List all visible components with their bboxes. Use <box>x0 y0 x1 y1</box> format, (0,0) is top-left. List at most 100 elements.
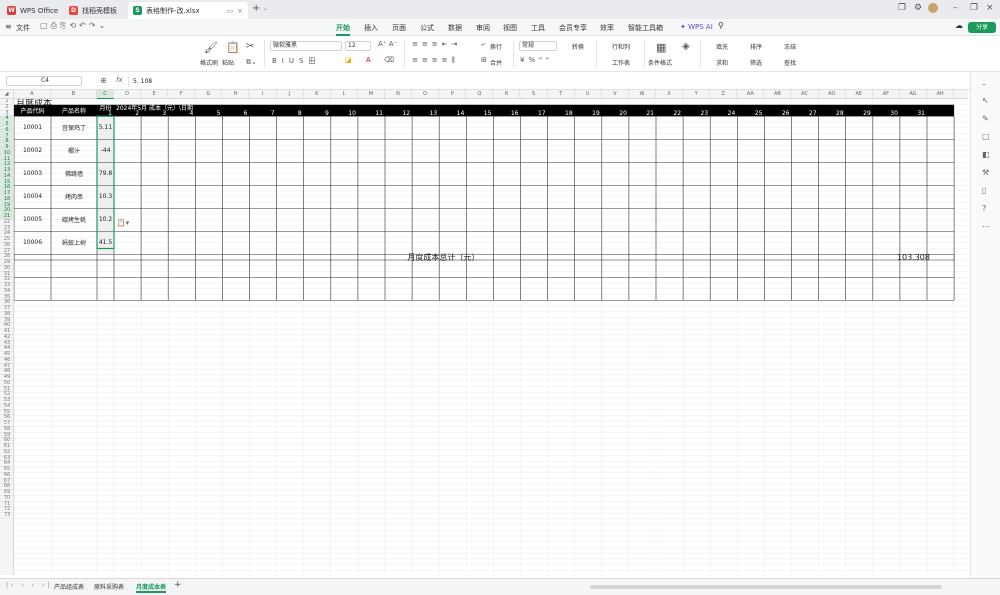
cloud-icon[interactable]: ☁ <box>955 21 963 30</box>
menu-home[interactable]: 开始 <box>336 23 350 36</box>
product-name-cell[interactable]: 椰汁 <box>51 139 97 162</box>
header-day-3[interactable]: 3 <box>141 110 168 117</box>
help-icon[interactable]: ? <box>982 204 986 213</box>
avatar[interactable] <box>928 3 938 13</box>
header-day-10[interactable]: 10 <box>331 110 358 117</box>
header-day-25[interactable]: 25 <box>737 110 764 117</box>
column-header-AB[interactable]: AB <box>764 90 792 99</box>
shape-icon[interactable]: ▢ <box>982 132 990 141</box>
wps-ai-button[interactable]: ✦ WPS AI <box>680 23 713 31</box>
product-cost-cell[interactable]: 41.5 <box>97 231 114 254</box>
filter-button[interactable]: 筛选 <box>750 58 762 67</box>
column-header-F[interactable]: F <box>168 90 196 99</box>
book-icon[interactable]: ▯ <box>982 186 986 195</box>
product-code-cell[interactable]: 10005 <box>14 208 51 231</box>
product-cost-cell[interactable]: 5.11 <box>97 116 114 139</box>
column-header-AG[interactable]: AG <box>900 90 927 99</box>
paste-options-icon[interactable]: 📋▾ <box>116 219 130 227</box>
header-day-11[interactable]: 11 <box>358 110 385 117</box>
header-day-24[interactable]: 24 <box>710 110 737 117</box>
column-header-AF[interactable]: AF <box>873 90 900 99</box>
product-name-cell[interactable]: 蚂蚁上树 <box>51 231 97 254</box>
column-header-J[interactable]: J <box>277 90 304 99</box>
new-tab-icon[interactable]: + <box>252 3 260 14</box>
column-header-R[interactable]: R <box>493 90 521 99</box>
format-painter-icon[interactable]: 🖌 <box>204 41 218 54</box>
number-style-icons[interactable]: ¥%⁰⁰ <box>520 56 553 64</box>
product-name-cell[interactable]: 碳烤生蚝 <box>51 208 97 231</box>
horizontal-align-icons[interactable]: ≡≡≡≡⫼ <box>412 56 459 65</box>
menu-insert[interactable]: 插入 <box>364 23 378 33</box>
total-label-cell[interactable]: 月度成本总计（元） <box>14 253 873 262</box>
header-day-22[interactable]: 22 <box>656 110 683 117</box>
search-icon[interactable]: ⚲ <box>718 21 724 30</box>
header-day-30[interactable]: 30 <box>873 110 900 117</box>
column-header-AH[interactable]: AH <box>927 90 955 99</box>
column-header-X[interactable]: X <box>656 90 684 99</box>
header-day-7[interactable]: 7 <box>250 110 277 117</box>
sum-button[interactable]: 求和 <box>716 58 728 67</box>
copy-icon[interactable]: ⧉⌄ <box>246 58 257 67</box>
header-day-5[interactable]: 5 <box>195 110 222 117</box>
menu-page[interactable]: 页面 <box>392 23 406 33</box>
hamburger-icon[interactable]: ≡ <box>5 22 12 31</box>
cut-icon[interactable]: ✂ <box>246 41 254 52</box>
add-sheet-icon[interactable]: + <box>174 580 182 590</box>
close-window-icon[interactable]: × <box>986 3 994 13</box>
product-cost-cell[interactable]: -44 <box>97 139 114 162</box>
header-day-20[interactable]: 20 <box>602 110 629 117</box>
style-icon[interactable]: ◧ <box>982 150 990 159</box>
restore-icon[interactable]: ❐ <box>970 3 978 13</box>
product-code-cell[interactable]: 10006 <box>14 231 51 254</box>
header-product-name[interactable]: 产品名称 <box>51 105 97 117</box>
column-header-M[interactable]: M <box>358 90 385 99</box>
more-icon[interactable]: ⋯ <box>982 222 990 231</box>
worksheet-button[interactable]: 工作表 <box>612 58 630 67</box>
tools-icon[interactable]: ⚒ <box>982 168 989 177</box>
horizontal-scrollbar[interactable] <box>590 585 942 589</box>
column-header-A[interactable]: A <box>14 90 51 99</box>
column-header-AE[interactable]: AE <box>846 90 873 99</box>
menu-smart-toolbox[interactable]: 智能工具箱 <box>628 23 663 33</box>
header-day-27[interactable]: 27 <box>792 110 819 117</box>
zoom-icon[interactable]: ⊕ <box>100 76 107 85</box>
find-button[interactable]: 查找 <box>784 58 796 67</box>
column-header-B[interactable]: B <box>51 90 97 99</box>
column-header-I[interactable]: I <box>250 90 277 99</box>
paste-icon[interactable]: 📋 <box>226 41 240 54</box>
sort-button[interactable]: 排序 <box>750 42 762 51</box>
column-header-Y[interactable]: Y <box>683 90 711 99</box>
conditional-format-icon[interactable]: ▦ <box>656 41 666 54</box>
minimize-icon[interactable]: – <box>953 3 958 13</box>
header-day-23[interactable]: 23 <box>683 110 710 117</box>
product-cost-cell[interactable]: 10.2 <box>97 208 114 231</box>
select-all-corner[interactable]: ◢ <box>0 90 14 99</box>
column-header-P[interactable]: P <box>439 90 467 99</box>
name-box[interactable]: C4 <box>6 76 82 86</box>
column-header-L[interactable]: L <box>331 90 358 99</box>
window-icon[interactable]: ▭ <box>227 7 234 15</box>
product-name-cell[interactable]: 烤肉串 <box>51 185 97 208</box>
select-cursor-icon[interactable]: ↖ <box>982 96 989 105</box>
tab-spreadsheet-file[interactable]: S 表格制作-改.xlsx ▭ × <box>128 2 248 19</box>
menu-data[interactable]: 数据 <box>448 23 462 33</box>
header-day-28[interactable]: 28 <box>819 110 846 117</box>
sheet-tab-monthly-cost[interactable]: 月度成本表 <box>136 582 167 593</box>
font-color-icon[interactable]: A <box>366 56 371 64</box>
product-code-cell[interactable]: 10001 <box>14 116 51 139</box>
menu-review[interactable]: 审阅 <box>476 23 490 33</box>
font-name-select[interactable]: 微软雅黑 <box>270 41 342 51</box>
font-size-select[interactable]: 12 <box>345 41 371 51</box>
column-header-K[interactable]: K <box>304 90 331 99</box>
header-day-31[interactable]: 31 <box>900 110 927 117</box>
formula-input[interactable]: 5. 108 <box>128 76 966 87</box>
wrap-icon[interactable]: ⤶ <box>481 40 485 49</box>
column-header-D[interactable]: D <box>114 90 142 99</box>
merge-label[interactable]: 合并 <box>490 58 502 67</box>
settings-icon[interactable]: ⚙ <box>914 3 922 13</box>
format-painter-label[interactable]: 格式刷 <box>200 58 218 67</box>
product-code-cell[interactable]: 10004 <box>14 185 51 208</box>
freeze-button[interactable]: 冻结 <box>784 42 796 51</box>
sheet-nav-icons[interactable]: |‹ ‹ › ›| <box>6 582 52 589</box>
column-header-U[interactable]: U <box>575 90 602 99</box>
